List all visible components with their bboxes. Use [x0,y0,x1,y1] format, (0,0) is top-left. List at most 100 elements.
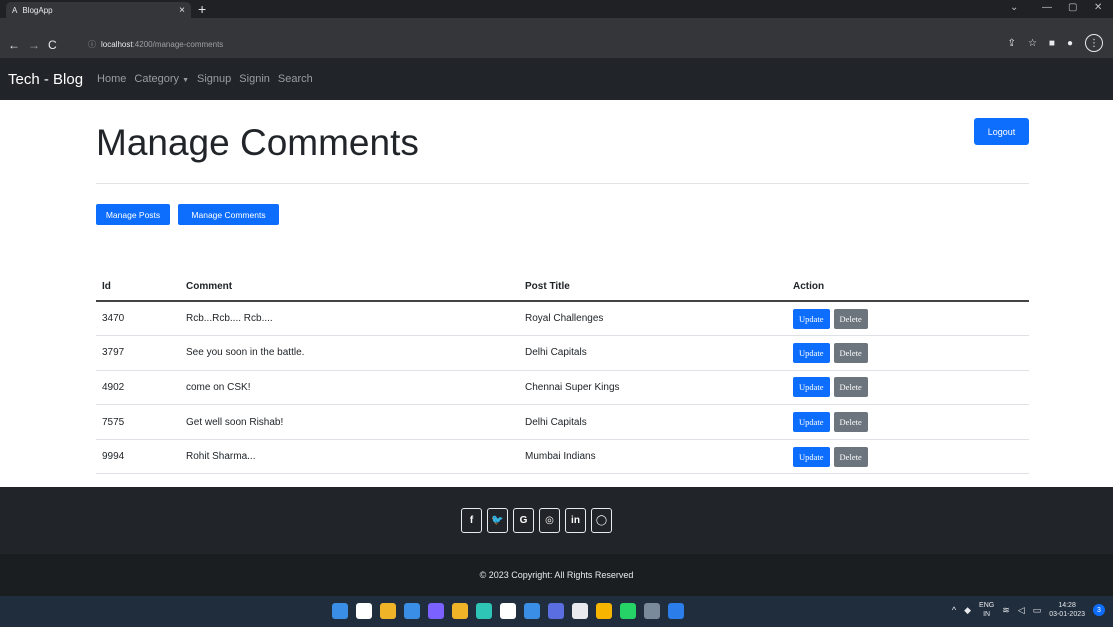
notification-badge[interactable]: 3 [1093,604,1105,616]
header-comment: Comment [180,272,519,302]
wifi-icon[interactable]: ≋ [1002,605,1010,616]
tab-close-icon[interactable]: × [179,5,185,16]
app-tray-icon[interactable]: ◆ [964,605,971,616]
linkedin-icon[interactable]: in [565,508,586,533]
menu-icon[interactable]: ⋮ [1085,34,1103,52]
explorer-icon[interactable] [452,603,468,619]
back-icon[interactable]: ← [8,39,20,51]
forward-icon[interactable]: → [28,39,40,51]
search-icon[interactable] [356,603,372,619]
google-icon[interactable]: G [513,508,534,533]
row-post-title: Chennai Super Kings [519,370,787,406]
row-actions: Update Delete [787,370,1029,406]
nav-signin[interactable]: Signin [239,73,270,85]
widgets-icon[interactable] [404,603,420,619]
nav-signup[interactable]: Signup [197,73,231,85]
brand-logo[interactable]: Tech - Blog [8,71,83,88]
maximize-icon[interactable]: ▢ [1068,2,1077,13]
delete-button[interactable]: Delete [833,377,868,398]
taskview-icon[interactable] [380,603,396,619]
clock-date: 03-01-2023 [1049,611,1085,618]
table-row: 9994 Rohit Sharma... Mumbai Indians Upda… [96,439,1029,475]
header-post-title: Post Title [519,272,787,302]
whatsapp-icon[interactable] [620,603,636,619]
reload-icon[interactable]: C [48,39,57,51]
update-button[interactable]: Update [793,446,830,467]
chevron-up-icon[interactable]: ^ [952,605,956,615]
row-comment: See you soon in the battle. [180,335,519,371]
app-icon[interactable] [572,603,588,619]
share-icon[interactable]: ⇪ [1008,38,1016,49]
tab-favicon-icon: A [12,5,18,15]
edge-icon[interactable] [476,603,492,619]
table-row: 3470 Rcb...Rcb.... Rcb.... Royal Challen… [96,301,1029,337]
vscode-icon[interactable] [668,603,684,619]
instagram-icon[interactable]: ◎ [539,508,560,533]
row-comment: come on CSK! [180,370,519,406]
page-title: Manage Comments [96,122,419,163]
nav-search[interactable]: Search [278,73,313,85]
app-icon[interactable] [644,603,660,619]
new-tab-button[interactable]: + [198,1,206,17]
table-header-row: Id Comment Post Title Action [96,272,1029,302]
row-id: 4902 [96,370,180,406]
volume-icon[interactable]: ◁ [1018,605,1025,616]
side-panel-icon[interactable]: ■ [1049,38,1055,49]
language-indicator[interactable]: ENG IN [979,601,994,619]
store-icon[interactable] [500,603,516,619]
twitter-icon[interactable]: 🐦 [487,508,508,533]
delete-button[interactable]: Delete [833,446,868,467]
close-window-icon[interactable]: ✕ [1094,2,1102,13]
clock[interactable]: 14:28 03-01-2023 [1049,601,1085,619]
row-comment: Rohit Sharma... [180,439,519,475]
chat-icon[interactable] [428,603,444,619]
delete-button[interactable]: Delete [833,308,868,329]
row-actions: Update Delete [787,301,1029,337]
row-post-title: Delhi Capitals [519,404,787,440]
region-code: IN [983,611,991,618]
info-icon: ⓘ [88,40,96,49]
table-row: 7575 Get well soon Rishab! Delhi Capital… [96,404,1029,440]
update-button[interactable]: Update [793,308,830,329]
nav-category-label: Category [134,73,180,85]
update-button[interactable]: Update [793,412,830,433]
start-icon[interactable] [332,603,348,619]
app-icon[interactable] [524,603,540,619]
row-id: 7575 [96,404,180,440]
app-navbar: Tech - Blog Home Category ▼ Signup Signi… [0,58,1113,100]
row-post-title: Mumbai Indians [519,439,787,475]
profile-icon[interactable]: ● [1067,38,1073,49]
facebook-icon[interactable]: f [461,508,482,533]
row-actions: Update Delete [787,404,1029,440]
title-divider [96,183,1029,184]
browser-tab[interactable]: A BlogApp × [6,2,191,18]
update-button[interactable]: Update [793,377,830,398]
tab-title: BlogApp [22,5,53,15]
browser-toolbar-icons: ⇪ ☆ ■ ● ⋮ [1008,34,1103,52]
battery-icon[interactable]: ▭ [1033,605,1042,616]
github-icon[interactable]: ◯ [591,508,612,533]
manage-posts-button[interactable]: Manage Posts [96,204,170,225]
delete-button[interactable]: Delete [833,412,868,433]
chrome-icon[interactable] [596,603,612,619]
delete-button[interactable]: Delete [833,342,868,363]
system-tray: ^ ◆ ENG IN ≋ ◁ ▭ 14:28 03-01-2023 3 [952,601,1105,619]
nav-home[interactable]: Home [97,73,126,85]
social-links: f 🐦 G ◎ in ◯ [461,508,612,533]
minimize-icon[interactable]: — [1042,2,1052,13]
row-post-title: Royal Challenges [519,301,787,337]
header-action: Action [787,272,1029,302]
caret-down-icon: ▼ [182,77,190,84]
logout-button[interactable]: Logout [974,118,1029,145]
url-field[interactable]: ⓘ localhost :4200/manage-comments [88,37,968,52]
star-icon[interactable]: ☆ [1028,38,1037,49]
tab-search-icon[interactable]: ⌄ [1010,2,1018,13]
app-icon[interactable] [548,603,564,619]
manage-comments-button[interactable]: Manage Comments [178,204,279,225]
table-row: 4902 come on CSK! Chennai Super Kings Up… [96,370,1029,406]
update-button[interactable]: Update [793,342,830,363]
os-taskbar: ^ ◆ ENG IN ≋ ◁ ▭ 14:28 03-01-2023 3 [0,596,1113,627]
row-comment: Rcb...Rcb.... Rcb.... [180,301,519,337]
url-path: :4200/manage-comments [132,40,224,49]
nav-category[interactable]: Category ▼ [134,73,189,85]
